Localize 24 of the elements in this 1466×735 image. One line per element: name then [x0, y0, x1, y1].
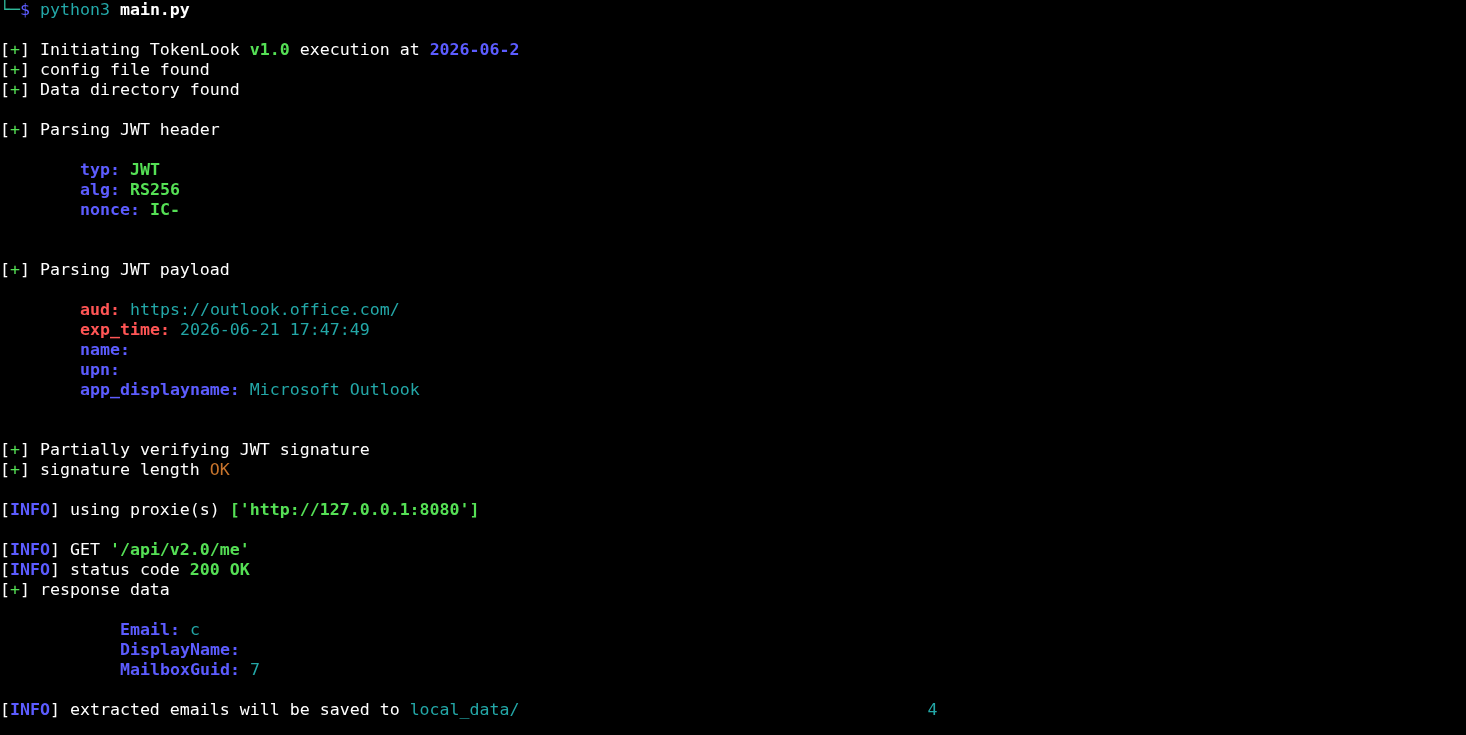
output-line: aud: https://outlook.office.com/ [79, 300, 400, 320]
output-line: [+] response data [0, 580, 170, 600]
output-line: [+] Parsing JWT payload [0, 260, 230, 280]
output-line: [INFO] extracted emails will be saved to local_data/ 4 [0, 700, 938, 720]
output-line: upn: [79, 360, 120, 380]
output-line: [+] signature length OK [0, 460, 230, 480]
output-line: exp_time: 2026-06-21 17:47:49 [79, 320, 370, 340]
output-line: [INFO] using proxie(s) ['http://127.0.0.1:8080'] [0, 500, 480, 520]
output-line: [+] Data directory found [0, 80, 240, 100]
output-line: MailboxGuid: 7 [119, 660, 260, 680]
output-line: DisplayName: [119, 640, 240, 660]
output-line: typ: JWT [79, 160, 160, 180]
output-line: [INFO] GET '/api/v2.0/me' [0, 540, 250, 560]
output-line: [+] Initiating TokenLook v1.0 execution at 2026-06-2 [0, 40, 520, 60]
command-prompt: └─$ python3 main.py [0, 0, 190, 20]
output-line: [+] config file found [0, 60, 210, 80]
output-line: alg: RS256 [79, 180, 180, 200]
output-line: app_displayname: Microsoft Outlook [79, 380, 420, 400]
output-line: nonce: IC- [79, 200, 180, 220]
output-line: name: [79, 340, 130, 360]
output-line: Email: c [119, 620, 200, 640]
output-line: [+] Parsing JWT header [0, 120, 220, 140]
output-line: [INFO] status code 200 OK [0, 560, 250, 580]
output-line: [+] Partially verifying JWT signature [0, 440, 370, 460]
